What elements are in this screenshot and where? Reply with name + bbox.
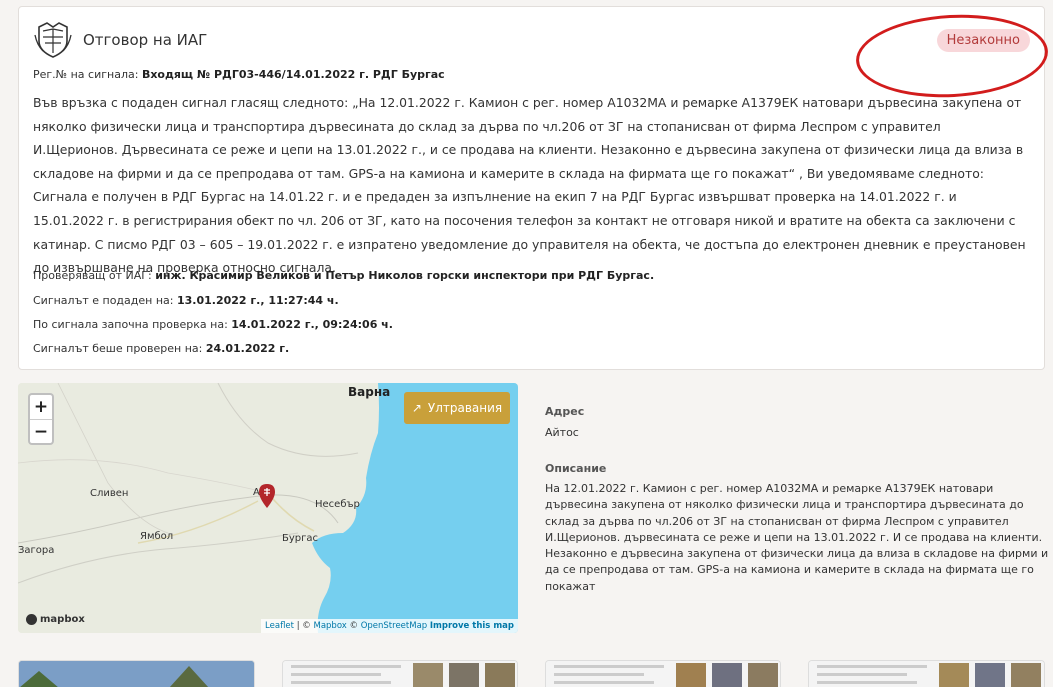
- inspector-line: Проверяващ от ИАГ: инж. Красимир Великов…: [33, 269, 654, 282]
- submitted-line: Сигналът е подаден на: 13.01.2022 г., 11…: [33, 294, 339, 307]
- registration-number: Рег.№ на сигнала: Входящ № РДГ03-446/14.…: [33, 68, 445, 81]
- signal-card: Отговор на ИАГ Незаконно Рег.№ на сигнал…: [18, 6, 1051, 370]
- trend-up-icon: ↗: [411, 401, 422, 415]
- map-label-varna: Варна: [348, 385, 391, 399]
- address-value: Айтос: [545, 426, 579, 439]
- description-label: Описание: [545, 462, 607, 475]
- card-header: Отговор на ИАГ: [33, 21, 207, 59]
- photo-thumbnail[interactable]: [282, 660, 518, 687]
- signal-body-text: Във връзка с подаден сигнал гласящ следн…: [33, 95, 1026, 276]
- mapbox-link[interactable]: Mapbox: [313, 621, 346, 631]
- ultra-button[interactable]: ↗ Ултравания: [404, 392, 510, 424]
- card-title: Отговор на ИАГ: [83, 31, 208, 49]
- inspector-value: инж. Красимир Великов и Петър Николов го…: [155, 269, 655, 282]
- check-start-value: 14.01.2022 г., 09:24:06 ч.: [231, 318, 393, 331]
- document-scan-image: [283, 661, 517, 687]
- photo-thumbnail[interactable]: [545, 660, 781, 687]
- ultra-button-label: Ултравания: [427, 401, 503, 415]
- document-scan-image: [546, 661, 780, 687]
- checked-value: 24.01.2022 г.: [205, 342, 290, 355]
- photo-thumbnail[interactable]: [18, 660, 255, 687]
- zoom-control: + −: [28, 393, 54, 445]
- map-label-sliven: Сливен: [90, 488, 129, 499]
- zoom-out-button[interactable]: −: [30, 419, 52, 443]
- location-map[interactable]: + − ↗ Ултравания Варна Сливен Несебър Бу…: [18, 383, 518, 633]
- photo-image: [19, 661, 254, 687]
- address-label: Адрес: [545, 405, 585, 418]
- map-label-burgas: Бургас: [282, 533, 319, 544]
- checked-label: Сигналът беше проверен на:: [33, 342, 203, 355]
- document-scan-image: [809, 661, 1044, 687]
- map-attribution: Leaflet | © Mapbox © OpenStreetMap Impro…: [261, 619, 518, 633]
- mapbox-logo[interactable]: mapbox: [26, 614, 85, 625]
- photo-thumbnail[interactable]: [808, 660, 1045, 687]
- location-marker-icon[interactable]: [258, 483, 276, 509]
- check-start-label: По сигнала започна проверка на:: [33, 318, 228, 331]
- coat-of-arms-icon: [34, 22, 72, 58]
- highlight-circle-annotation: [853, 10, 1051, 102]
- osm-link[interactable]: OpenStreetMap: [361, 621, 427, 631]
- mapbox-icon: [26, 614, 37, 625]
- zoom-in-button[interactable]: +: [30, 395, 52, 419]
- submitted-label: Сигналът е подаден на:: [33, 294, 174, 307]
- inspector-label: Проверяващ от ИАГ:: [33, 269, 152, 282]
- map-label-zagora: Загора: [18, 545, 55, 556]
- mapbox-logo-text: mapbox: [40, 614, 85, 625]
- check-start-line: По сигнала започна проверка на: 14.01.20…: [33, 318, 393, 331]
- reg-value: Входящ № РДГ03-446/14.01.2022 г. РДГ Бур…: [141, 68, 445, 81]
- description-value: На 12.01.2022 г. Камион с рег. номер А10…: [545, 482, 1049, 593]
- reg-label: Рег.№ на сигнала:: [33, 68, 139, 81]
- improve-map-link[interactable]: Improve this map: [430, 621, 514, 631]
- leaflet-link[interactable]: Leaflet: [265, 621, 294, 631]
- map-label-nesebar: Несебър: [315, 499, 360, 510]
- map-label-yambol: Ямбол: [140, 531, 174, 542]
- submitted-value: 13.01.2022 г., 11:27:44 ч.: [176, 294, 339, 307]
- checked-line: Сигналът беше проверен на: 24.01.2022 г.: [33, 342, 289, 355]
